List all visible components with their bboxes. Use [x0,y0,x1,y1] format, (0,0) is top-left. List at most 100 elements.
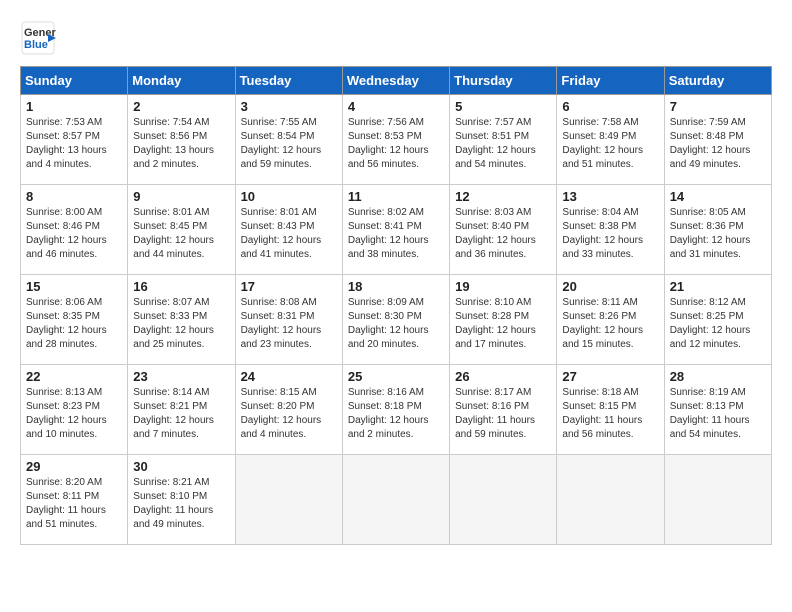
weekday-header-sunday: Sunday [21,67,128,95]
day-info: Sunrise: 8:21 AM Sunset: 8:10 PM Dayligh… [133,476,229,532]
calendar-cell: 2 Sunrise: 7:54 AM Sunset: 8:56 PM Daylig… [128,95,235,185]
day-number: 2 [133,99,229,114]
day-info: Sunrise: 8:12 AM Sunset: 8:25 PM Dayligh… [670,296,766,352]
page-header: General Blue [20,20,772,56]
calendar-cell: 18Sunrise: 8:09 AM Sunset: 8:30 PM Dayli… [342,275,449,365]
calendar-cell: 14 Sunrise: 8:05 AM Sunset: 8:36 PM Dayli… [664,185,771,275]
day-number: 22 [26,369,122,384]
day-number: 29 [26,459,122,474]
day-number: 7 [670,99,766,114]
day-info: Sunrise: 7:56 AM Sunset: 8:53 PM Dayligh… [348,116,444,172]
day-number: 10 [241,189,337,204]
calendar-cell: 22 Sunrise: 8:13 AM Sunset: 8:23 PM Dayli… [21,365,128,455]
day-number: 9 [133,189,229,204]
day-info: Sunrise: 8:17 AM Sunset: 8:16 PM Dayligh… [455,386,551,442]
calendar-cell: 17 Sunrise: 8:08 AM Sunset: 8:31 PM Dayli… [235,275,342,365]
day-info: Sunrise: 8:16 AM Sunset: 8:18 PM Dayligh… [348,386,444,442]
day-number: 28 [670,369,766,384]
day-info: Sunrise: 7:53 AM Sunset: 8:57 PM Dayligh… [26,116,122,172]
calendar-cell [664,455,771,545]
calendar-cell: 1 Sunrise: 7:53 AM Sunset: 8:57 PM Daylig… [21,95,128,185]
day-info: Sunrise: 7:57 AM Sunset: 8:51 PM Dayligh… [455,116,551,172]
weekday-header-wednesday: Wednesday [342,67,449,95]
day-number: 20 [562,279,658,294]
day-number: 24 [241,369,337,384]
calendar-cell: 11 Sunrise: 8:02 AM Sunset: 8:41 PM Dayli… [342,185,449,275]
day-number: 17 [241,279,337,294]
svg-text:Blue: Blue [24,39,48,51]
calendar-cell: 13 Sunrise: 8:04 AM Sunset: 8:38 PM Dayli… [557,185,664,275]
day-info: Sunrise: 8:01 AM Sunset: 8:43 PM Dayligh… [241,206,337,262]
weekday-header-monday: Monday [128,67,235,95]
day-number: 14 [670,189,766,204]
day-number: 5 [455,99,551,114]
day-info: Sunrise: 8:15 AM Sunset: 8:20 PM Dayligh… [241,386,337,442]
calendar-cell: 12 Sunrise: 8:03 AM Sunset: 8:40 PM Dayli… [450,185,557,275]
day-number: 6 [562,99,658,114]
calendar-cell: 5 Sunrise: 7:57 AM Sunset: 8:51 PM Daylig… [450,95,557,185]
day-info: Sunrise: 8:08 AM Sunset: 8:31 PM Dayligh… [241,296,337,352]
logo: General Blue [20,20,56,56]
calendar-cell: 26 Sunrise: 8:17 AM Sunset: 8:16 PM Dayli… [450,365,557,455]
day-number: 4 [348,99,444,114]
day-info: Sunrise: 7:59 AM Sunset: 8:48 PM Dayligh… [670,116,766,172]
calendar-cell [235,455,342,545]
day-info: Sunrise: 8:00 AM Sunset: 8:46 PM Dayligh… [26,206,122,262]
day-number: 19 [455,279,551,294]
day-info: Sunrise: 8:01 AM Sunset: 8:45 PM Dayligh… [133,206,229,262]
calendar-cell: 4 Sunrise: 7:56 AM Sunset: 8:53 PM Daylig… [342,95,449,185]
day-info: Sunrise: 8:03 AM Sunset: 8:40 PM Dayligh… [455,206,551,262]
day-info: Sunrise: 8:14 AM Sunset: 8:21 PM Dayligh… [133,386,229,442]
calendar-cell: 16 Sunrise: 8:07 AM Sunset: 8:33 PM Dayli… [128,275,235,365]
day-info: Sunrise: 8:19 AM Sunset: 8:13 PM Dayligh… [670,386,766,442]
day-info: Sunrise: 7:54 AM Sunset: 8:56 PM Dayligh… [133,116,229,172]
calendar-cell: 3 Sunrise: 7:55 AM Sunset: 8:54 PM Daylig… [235,95,342,185]
calendar-cell: 23 Sunrise: 8:14 AM Sunset: 8:21 PM Dayli… [128,365,235,455]
day-number: 1 [26,99,122,114]
day-number: 11 [348,189,444,204]
day-number: 18 [348,279,444,294]
calendar-cell: 9 Sunrise: 8:01 AM Sunset: 8:45 PM Daylig… [128,185,235,275]
day-info: Sunrise: 8:02 AM Sunset: 8:41 PM Dayligh… [348,206,444,262]
calendar-cell: 15 Sunrise: 8:06 AM Sunset: 8:35 PM Dayli… [21,275,128,365]
calendar-cell: 27 Sunrise: 8:18 AM Sunset: 8:15 PM Dayli… [557,365,664,455]
calendar-cell: 28 Sunrise: 8:19 AM Sunset: 8:13 PM Dayli… [664,365,771,455]
day-number: 30 [133,459,229,474]
day-info: Sunrise: 8:13 AM Sunset: 8:23 PM Dayligh… [26,386,122,442]
weekday-header-thursday: Thursday [450,67,557,95]
calendar-cell [557,455,664,545]
day-info: Sunrise: 8:18 AM Sunset: 8:15 PM Dayligh… [562,386,658,442]
calendar-cell: 6 Sunrise: 7:58 AM Sunset: 8:49 PM Daylig… [557,95,664,185]
day-info: Sunrise: 8:05 AM Sunset: 8:36 PM Dayligh… [670,206,766,262]
calendar-cell: 19Sunrise: 8:10 AM Sunset: 8:28 PM Dayli… [450,275,557,365]
day-number: 12 [455,189,551,204]
calendar-table: SundayMondayTuesdayWednesdayThursdayFrid… [20,66,772,545]
day-info: Sunrise: 8:11 AM Sunset: 8:26 PM Dayligh… [562,296,658,352]
weekday-header-saturday: Saturday [664,67,771,95]
logo-icon: General Blue [20,20,56,56]
calendar-cell [342,455,449,545]
calendar-cell: 10 Sunrise: 8:01 AM Sunset: 8:43 PM Dayli… [235,185,342,275]
day-number: 13 [562,189,658,204]
day-info: Sunrise: 8:04 AM Sunset: 8:38 PM Dayligh… [562,206,658,262]
weekday-header-friday: Friday [557,67,664,95]
day-number: 27 [562,369,658,384]
day-number: 3 [241,99,337,114]
calendar-cell: 25Sunrise: 8:16 AM Sunset: 8:18 PM Dayli… [342,365,449,455]
day-info: Sunrise: 8:07 AM Sunset: 8:33 PM Dayligh… [133,296,229,352]
calendar-cell: 24 Sunrise: 8:15 AM Sunset: 8:20 PM Dayli… [235,365,342,455]
day-number: 16 [133,279,229,294]
day-number: 26 [455,369,551,384]
day-info: Sunrise: 7:58 AM Sunset: 8:49 PM Dayligh… [562,116,658,172]
calendar-cell: 30 Sunrise: 8:21 AM Sunset: 8:10 PM Dayli… [128,455,235,545]
calendar-cell: 20 Sunrise: 8:11 AM Sunset: 8:26 PM Dayli… [557,275,664,365]
calendar-cell: 21 Sunrise: 8:12 AM Sunset: 8:25 PM Dayli… [664,275,771,365]
day-number: 8 [26,189,122,204]
calendar-cell [450,455,557,545]
day-number: 21 [670,279,766,294]
day-number: 15 [26,279,122,294]
day-number: 23 [133,369,229,384]
day-info: Sunrise: 7:55 AM Sunset: 8:54 PM Dayligh… [241,116,337,172]
day-info: Sunrise: 8:06 AM Sunset: 8:35 PM Dayligh… [26,296,122,352]
weekday-header-tuesday: Tuesday [235,67,342,95]
